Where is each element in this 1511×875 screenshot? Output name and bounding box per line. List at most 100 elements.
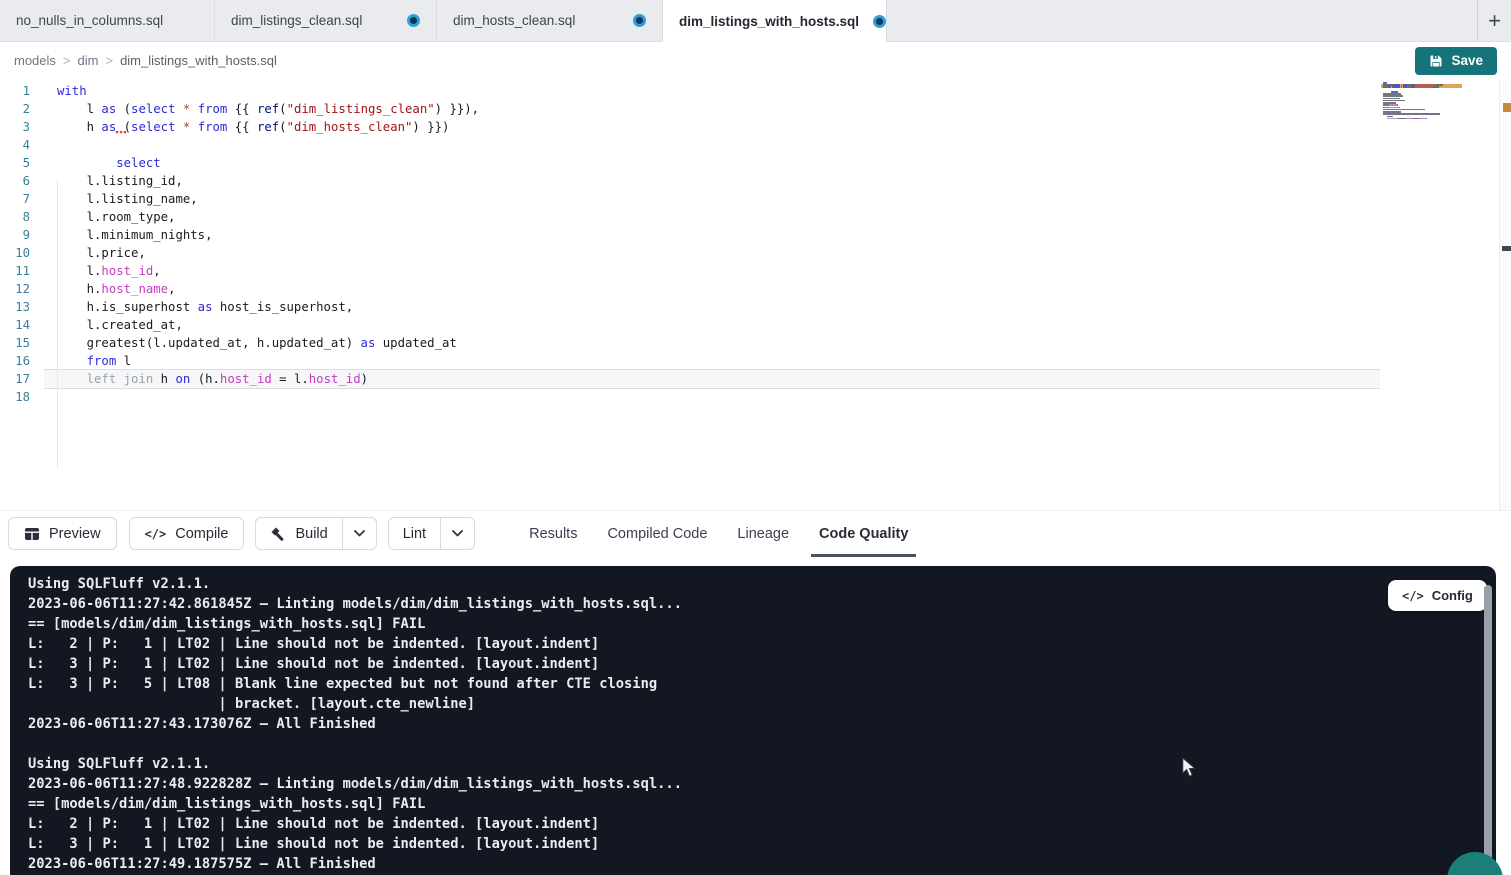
code-line (57, 388, 479, 406)
code-token: host_id (101, 264, 153, 278)
code-token: as (101, 102, 116, 116)
save-button[interactable]: Save (1415, 47, 1497, 75)
line-number: 9 (0, 226, 30, 244)
tab-results[interactable]: Results (521, 511, 585, 557)
toolbar-buttons: Preview </> Compile Build Lint (8, 517, 475, 550)
compile-button-label: Compile (175, 526, 228, 542)
build-button-label: Build (295, 526, 327, 542)
minimap-token (1426, 118, 1427, 120)
code-token: "dim_listings_clean" (287, 102, 435, 116)
code-token: greatest(l.updated_at, h.updated_at) (57, 336, 361, 350)
minimap-token (1433, 86, 1438, 88)
save-label: Save (1451, 53, 1483, 68)
tab-bar: no_nulls_in_columns.sql dim_listings_clea… (0, 0, 1511, 42)
code-token: h.is_superhost (57, 300, 198, 314)
new-tab-button[interactable]: + (1478, 0, 1511, 41)
line-number: 6 (0, 172, 30, 190)
line-number: 1 (0, 82, 30, 100)
tab-code-quality[interactable]: Code Quality (811, 511, 916, 557)
compile-button[interactable]: </> Compile (129, 517, 245, 550)
editor: 123456789101112131415161718 with l as (s… (0, 80, 1511, 510)
table-icon (24, 527, 40, 541)
chevron-down-icon (354, 530, 365, 537)
code-token: , (168, 282, 175, 296)
breadcrumb-item[interactable]: dim_listings_with_hosts.sql (120, 53, 277, 68)
code-token: on (175, 372, 190, 386)
code-token: {{ (227, 102, 257, 116)
preview-button[interactable]: Preview (8, 517, 117, 550)
minimap-token (1406, 118, 1413, 120)
lint-dropdown-button[interactable] (440, 518, 474, 549)
tab-dim_listings_clean[interactable]: dim_listings_clean.sql (215, 0, 437, 41)
code-icon: </> (1402, 589, 1424, 603)
breadcrumb-item[interactable]: dim (78, 53, 99, 68)
line-number: 11 (0, 262, 30, 280)
code-token: l.room_type, (57, 210, 175, 224)
breadcrumb-bar: models>dim>dim_listings_with_hosts.sql S… (0, 41, 1511, 80)
code-token: h. (57, 282, 101, 296)
code-line: l.minimum_nights, (57, 226, 479, 244)
code-token: ( (279, 102, 286, 116)
line-number: 18 (0, 388, 30, 406)
code-token: select (131, 102, 175, 116)
gutter: 123456789101112131415161718 (0, 82, 30, 406)
lint-button-group: Lint (388, 517, 475, 550)
code-token: with (57, 84, 87, 98)
code-token: updated_at (375, 336, 456, 350)
tab-compiled-code[interactable]: Compiled Code (599, 511, 715, 557)
tab-lineage[interactable]: Lineage (729, 511, 797, 557)
breadcrumb-item[interactable]: models (14, 53, 56, 68)
code-line: l as (select * from {{ ref("dim_listings… (57, 100, 479, 118)
line-number: 13 (0, 298, 30, 316)
overview-ruler[interactable] (1499, 80, 1511, 510)
code-token: host_is_superhost, (212, 300, 353, 314)
terminal-panel[interactable]: Using SQLFluff v2.1.1.2023-06-06T11:27:4… (10, 566, 1496, 875)
code-token: left join (87, 372, 154, 386)
code-token: h (57, 120, 101, 134)
line-number: 5 (0, 154, 30, 172)
code-token (57, 372, 87, 386)
chevron-down-icon (452, 530, 463, 537)
save-icon (1429, 54, 1443, 68)
preview-button-label: Preview (49, 526, 101, 542)
code-token: l.minimum_nights, (57, 228, 212, 242)
line-number: 3 (0, 118, 30, 136)
minimap-token (1405, 109, 1425, 111)
code-token: l (57, 102, 101, 116)
scroll-position-marker (1502, 246, 1511, 251)
config-button[interactable]: </> Config (1388, 580, 1487, 611)
code-token: ) }}), (435, 102, 479, 116)
code-token: from (198, 102, 228, 116)
modified-indicator-dot (407, 14, 420, 27)
terminal-line: L: 2 | P: 1 | LT02 | Line should not be … (28, 634, 682, 654)
terminal-output: Using SQLFluff v2.1.1.2023-06-06T11:27:4… (28, 574, 682, 874)
tab-no_nulls_in_columns[interactable]: no_nulls_in_columns.sql (0, 0, 215, 41)
breadcrumb-separator-icon: > (105, 53, 113, 68)
code-token: host_id (220, 372, 272, 386)
build-button[interactable]: Build (256, 518, 341, 549)
tab-label: no_nulls_in_columns.sql (16, 13, 163, 28)
tab-dim_listings_with_hosts[interactable]: dim_listings_with_hosts.sql (663, 0, 887, 42)
lint-button[interactable]: Lint (389, 518, 440, 549)
tab-dim_hosts_clean[interactable]: dim_hosts_clean.sql (437, 0, 663, 41)
code-token (57, 156, 116, 170)
code-editor[interactable]: with l as (select * from {{ ref("dim_lis… (57, 82, 479, 406)
code-line: l.listing_name, (57, 190, 479, 208)
tab-label: dim_listings_with_hosts.sql (679, 14, 859, 29)
code-line: h.is_superhost as host_is_superhost, (57, 298, 479, 316)
code-token: as (361, 336, 376, 350)
minimap[interactable] (1383, 82, 1463, 122)
result-tabs: Results Compiled Code Lineage Code Quality (521, 511, 930, 557)
line-number: 7 (0, 190, 30, 208)
hammer-icon (270, 526, 286, 542)
terminal-line (28, 734, 682, 754)
code-token: host_name (101, 282, 168, 296)
terminal-scrollbar[interactable] (1484, 585, 1492, 860)
line-number: 14 (0, 316, 30, 334)
code-icon: </> (145, 527, 167, 541)
terminal-line: 2023-06-06T11:27:48.922828Z — Linting mo… (28, 774, 682, 794)
build-dropdown-button[interactable] (342, 518, 376, 549)
terminal-line: L: 3 | P: 1 | LT02 | Line should not be … (28, 654, 682, 674)
terminal-line: == [models/dim/dim_listings_with_hosts.s… (28, 794, 682, 814)
minimap-token (1428, 113, 1440, 115)
